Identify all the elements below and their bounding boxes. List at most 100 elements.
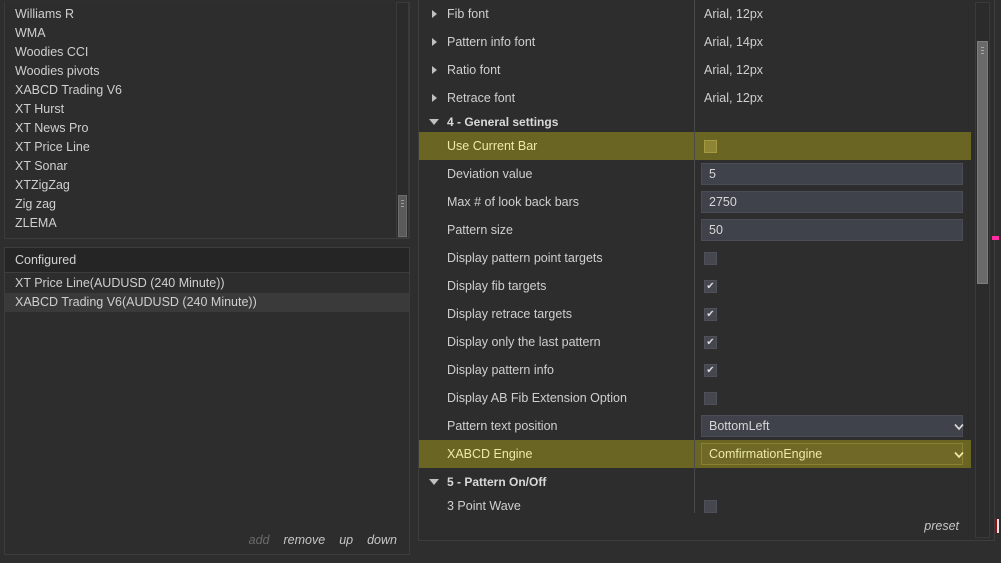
property-row-3-point-wave[interactable]: 3 Point Wave — [419, 492, 971, 513]
add-button[interactable]: add — [249, 533, 270, 547]
list-item[interactable]: Woodies pivots — [5, 62, 409, 81]
chevron-right-icon[interactable] — [432, 66, 437, 74]
list-item[interactable]: XT Price Line — [5, 138, 409, 157]
preset-bar: preset — [420, 513, 971, 539]
property-value: Arial, 14px — [704, 35, 764, 49]
checkbox[interactable]: ✔ — [704, 335, 717, 349]
properties-scrollbar[interactable] — [975, 2, 990, 538]
move-up-button[interactable]: up — [339, 533, 353, 547]
property-label: Display fib targets — [447, 279, 547, 293]
checkbox[interactable] — [704, 391, 717, 405]
available-list-scrollbar[interactable] — [396, 2, 409, 238]
settings-window: Williams R WMA Woodies CCI Woodies pivot… — [0, 0, 1001, 563]
edge-marker-red — [995, 519, 999, 533]
column-divider — [694, 0, 695, 513]
group-header-pattern-on-off[interactable]: 5 - Pattern On/Off — [419, 472, 971, 492]
text-input[interactable]: 50 — [701, 219, 963, 241]
property-row-use-current-bar[interactable]: Use Current Bar — [419, 132, 971, 160]
property-label: Use Current Bar — [447, 139, 538, 153]
property-row-fib-font[interactable]: Fib font Arial, 12px — [419, 0, 971, 28]
checkbox[interactable]: ✔ — [704, 279, 717, 293]
chevron-right-icon[interactable] — [432, 94, 437, 102]
property-label: Display AB Fib Extension Option — [447, 391, 627, 405]
group-label: 4 - General settings — [447, 115, 559, 129]
list-item[interactable]: XT Sonar — [5, 157, 409, 176]
property-value: Arial, 12px — [704, 91, 764, 105]
scrollbar-thumb[interactable] — [398, 195, 407, 237]
property-row-ratio-font[interactable]: Ratio font Arial, 12px — [419, 56, 971, 84]
list-item[interactable]: WMA — [5, 24, 409, 43]
property-label: Display pattern info — [447, 363, 555, 377]
list-item[interactable]: XT News Pro — [5, 119, 409, 138]
property-row-max-look-back-bars[interactable]: Max # of look back bars 2750 — [419, 188, 971, 216]
property-label: Deviation value — [447, 167, 533, 181]
property-row-display-retrace-targets[interactable]: Display retrace targets ✔ — [419, 300, 971, 328]
list-item[interactable]: XT Price Line(AUDUSD (240 Minute)) — [5, 274, 409, 293]
scrollbar-thumb[interactable] — [977, 41, 988, 284]
available-indicators-list[interactable]: Williams R WMA Woodies CCI Woodies pivot… — [5, 2, 409, 238]
property-row-xabcd-engine[interactable]: XABCD Engine ComfirmationEngine — [419, 440, 971, 468]
property-row-display-ab-fib-extension-option[interactable]: Display AB Fib Extension Option — [419, 384, 971, 412]
text-input[interactable]: 5 — [701, 163, 963, 185]
property-label: Display retrace targets — [447, 307, 573, 321]
list-item[interactable]: Williams R — [5, 5, 409, 24]
list-item[interactable]: XABCD Trading V6 — [5, 81, 409, 100]
group-header-general-settings[interactable]: 4 - General settings — [419, 112, 971, 132]
edge-marker-magenta — [992, 236, 999, 240]
text-input[interactable]: 2750 — [701, 191, 963, 213]
property-row-display-pattern-point-targets[interactable]: Display pattern point targets — [419, 244, 971, 272]
list-item[interactable]: XTZigZag — [5, 176, 409, 195]
list-item[interactable]: ZLEMA — [5, 214, 409, 233]
list-item[interactable]: Woodies CCI — [5, 43, 409, 62]
list-item[interactable]: XT Hurst — [5, 100, 409, 119]
property-row-display-pattern-info[interactable]: Display pattern info ✔ — [419, 356, 971, 384]
left-column: Williams R WMA Woodies CCI Woodies pivot… — [0, 0, 418, 563]
property-label: Ratio font — [447, 63, 501, 77]
properties-panel: Fib font Arial, 12px Pattern info font A… — [418, 0, 995, 541]
chevron-right-icon[interactable] — [432, 10, 437, 18]
move-down-button[interactable]: down — [367, 533, 397, 547]
property-label: Pattern text position — [447, 419, 558, 433]
configured-list[interactable]: XT Price Line(AUDUSD (240 Minute)) XABCD… — [5, 273, 409, 526]
property-row-pattern-info-font[interactable]: Pattern info font Arial, 14px — [419, 28, 971, 56]
checkbox[interactable] — [704, 499, 717, 513]
checkbox[interactable] — [704, 251, 717, 265]
chevron-down-icon[interactable] — [429, 119, 439, 125]
configured-panel: Configured XT Price Line(AUDUSD (240 Min… — [4, 247, 410, 555]
property-label: Max # of look back bars — [447, 195, 580, 209]
property-row-pattern-size[interactable]: Pattern size 50 — [419, 216, 971, 244]
list-item[interactable]: XABCD Trading V6(AUDUSD (240 Minute)) — [5, 293, 409, 312]
configured-header: Configured — [5, 248, 409, 273]
preset-button[interactable]: preset — [924, 519, 959, 533]
property-row-deviation-value[interactable]: Deviation value 5 — [419, 160, 971, 188]
properties-scroll-area: Fib font Arial, 12px Pattern info font A… — [419, 0, 971, 513]
chevron-down-icon[interactable] — [954, 422, 964, 431]
property-label: XABCD Engine — [447, 447, 533, 461]
property-value: Arial, 12px — [704, 63, 764, 77]
available-indicators-panel: Williams R WMA Woodies CCI Woodies pivot… — [4, 2, 410, 239]
property-value: Arial, 12px — [704, 7, 764, 21]
checkbox[interactable] — [704, 139, 717, 153]
dropdown[interactable]: ComfirmationEngine — [701, 443, 963, 465]
remove-button[interactable]: remove — [284, 533, 326, 547]
property-label: Display pattern point targets — [447, 251, 603, 265]
right-column: Fib font Arial, 12px Pattern info font A… — [418, 0, 1001, 563]
property-row-pattern-text-position[interactable]: Pattern text position BottomLeft — [419, 412, 971, 440]
property-label: Fib font — [447, 7, 489, 21]
group-label: 5 - Pattern On/Off — [447, 475, 547, 489]
checkbox[interactable]: ✔ — [704, 363, 717, 377]
property-label: Retrace font — [447, 91, 516, 105]
chevron-down-icon[interactable] — [429, 479, 439, 485]
checkbox[interactable]: ✔ — [704, 307, 717, 321]
dropdown[interactable]: BottomLeft — [701, 415, 963, 437]
property-label: Display only the last pattern — [447, 335, 601, 349]
property-row-display-fib-targets[interactable]: Display fib targets ✔ — [419, 272, 971, 300]
chevron-down-icon[interactable] — [954, 450, 964, 459]
chevron-right-icon[interactable] — [432, 38, 437, 46]
configured-actions: add remove up down — [5, 526, 409, 554]
property-label: Pattern size — [447, 223, 514, 237]
list-item[interactable]: Zig zag — [5, 195, 409, 214]
property-row-display-only-last-pattern[interactable]: Display only the last pattern ✔ — [419, 328, 971, 356]
property-row-retrace-font[interactable]: Retrace font Arial, 12px — [419, 84, 971, 112]
property-label: Pattern info font — [447, 35, 536, 49]
